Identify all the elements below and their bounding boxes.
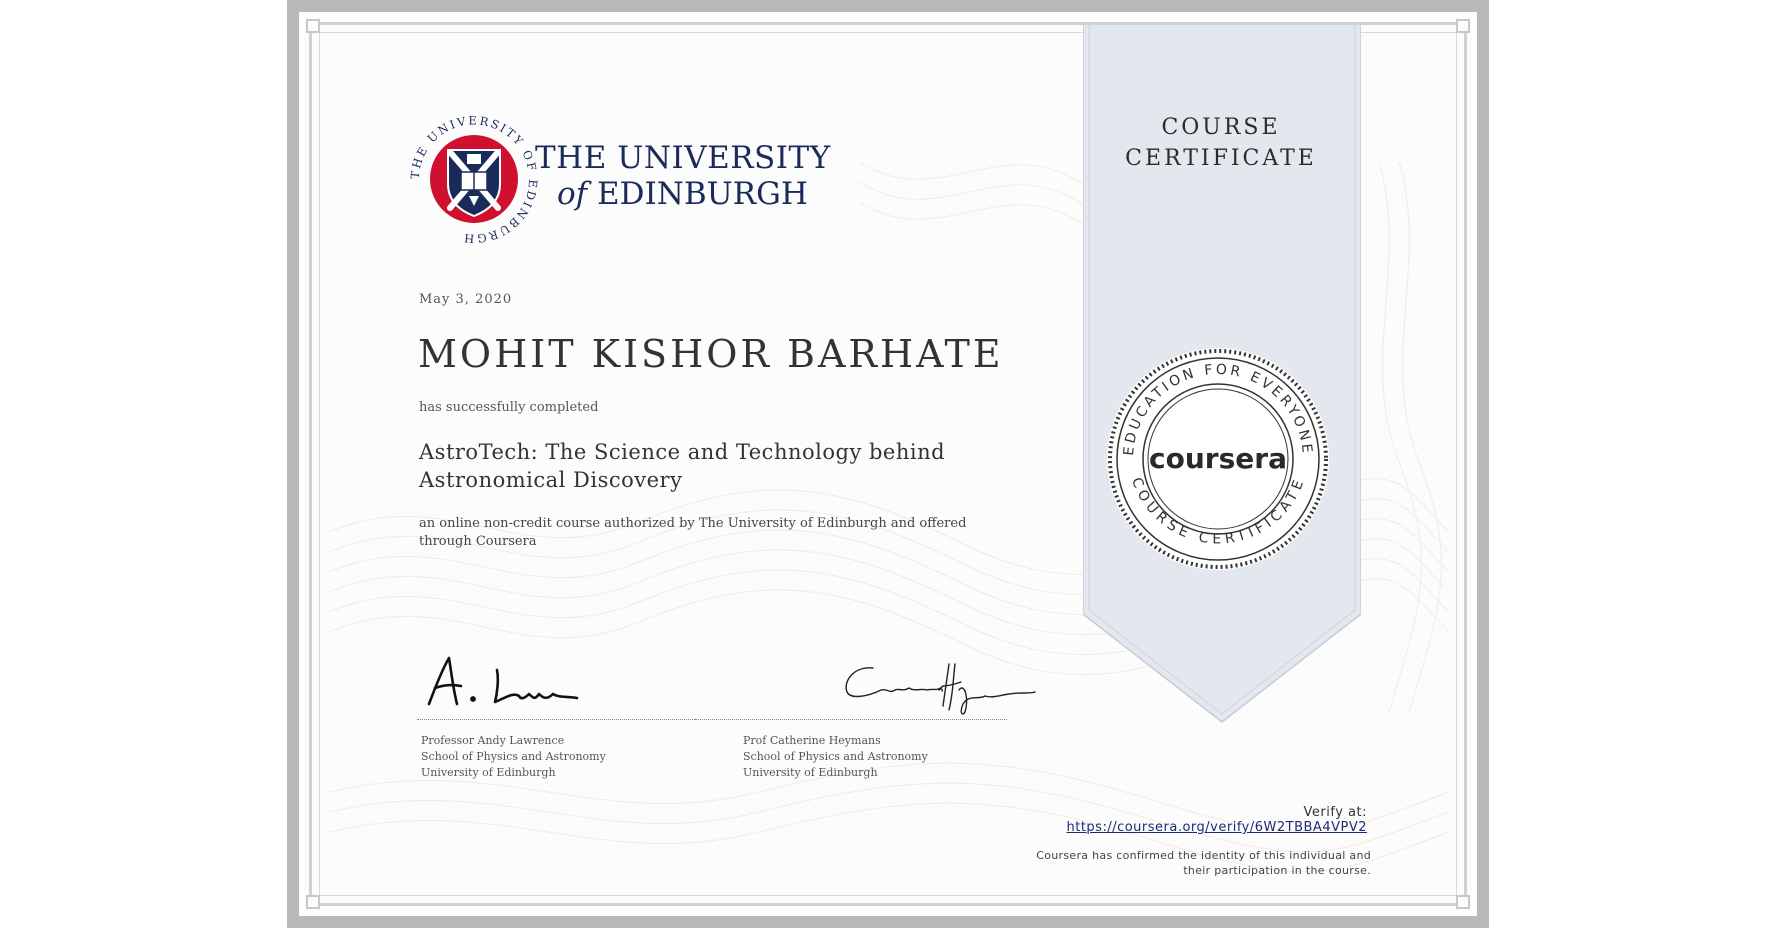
corner-ornament <box>1456 895 1470 909</box>
signer-2-name: Prof Catherine Heymans <box>743 734 881 747</box>
seal-brand: coursera <box>1149 442 1287 475</box>
course-description: an online non-credit course authorized b… <box>419 516 967 549</box>
certificate-frame: COURSE CERTIFICATE EDUCATION FOR EVERYON… <box>287 0 1489 928</box>
university-wordmark: THE UNIVERSITY of EDINBURGH <box>535 140 831 212</box>
certificate-paper: COURSE CERTIFICATE EDUCATION FOR EVERYON… <box>299 12 1477 916</box>
signature-line <box>417 719 713 720</box>
coursera-seal: EDUCATION FOR EVERYONE COURSE CERTIFICAT… <box>1107 348 1329 570</box>
university-logo: THE UNIVERSITY OF EDINBURGH <box>409 114 538 244</box>
verify-link[interactable]: https://coursera.org/verify/6W2TBBA4VPV2 <box>1066 820 1367 835</box>
signature-catherine-heymans <box>845 663 1036 715</box>
signer-2-dept: School of Physics and Astronomy <box>743 750 928 763</box>
corner-ornament <box>306 19 320 33</box>
ribbon-title-line2: CERTIFICATE <box>1125 146 1317 171</box>
verify-label: Verify at: <box>1303 805 1367 820</box>
university-name: EDINBURGH <box>597 176 808 212</box>
university-of: of <box>557 176 588 212</box>
corner-ornament <box>306 895 320 909</box>
recipient-name: MOHIT KISHOR BARHATE <box>418 332 1004 376</box>
verify-block: Verify at: https://coursera.org/verify/6… <box>1066 805 1367 835</box>
completed-text: has successfully completed <box>419 400 599 415</box>
signer-2-org: University of Edinburgh <box>743 766 878 779</box>
course-title: AstroTech: The Science and Technology be… <box>419 440 946 492</box>
ribbon-title-line1: COURSE <box>1161 115 1281 140</box>
signer-1-dept: School of Physics and Astronomy <box>421 750 606 763</box>
verify-note: Coursera has confirmed the identity of t… <box>1036 849 1371 877</box>
ribbon-title: COURSE CERTIFICATE <box>1083 112 1359 174</box>
signature-line <box>695 719 1007 720</box>
issue-date: May 3, 2020 <box>419 292 513 307</box>
corner-ornament <box>1456 19 1470 33</box>
university-line1: THE UNIVERSITY <box>535 140 831 176</box>
university-line2: of EDINBURGH <box>535 176 831 212</box>
signature-andy-lawrence <box>427 656 579 706</box>
signer-1: Professor Andy Lawrence School of Physic… <box>421 733 606 781</box>
signer-2: Prof Catherine Heymans School of Physics… <box>743 733 928 781</box>
signer-1-name: Professor Andy Lawrence <box>421 734 565 747</box>
signer-1-org: University of Edinburgh <box>421 766 556 779</box>
